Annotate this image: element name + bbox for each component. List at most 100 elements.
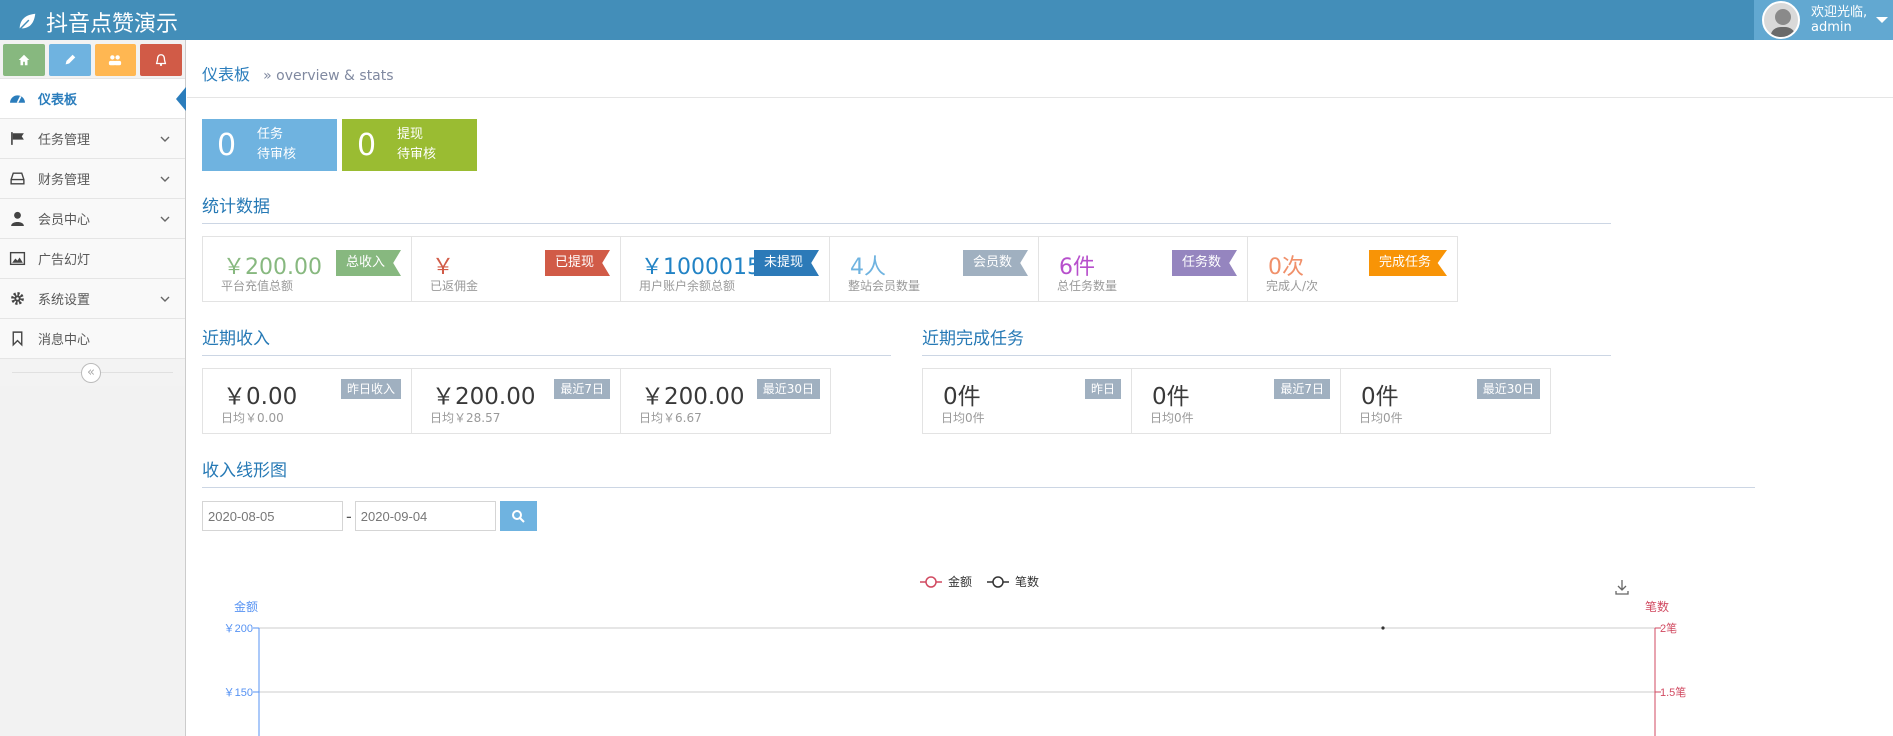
stats-section-title: 统计数据: [202, 192, 1611, 224]
pending-withdraw-label: 提现: [397, 127, 424, 142]
stat-caption: 总任务数量: [1057, 279, 1118, 293]
user-name: admin: [1811, 20, 1852, 35]
tasks-value: 0件: [943, 384, 981, 410]
download-icon[interactable]: [1615, 580, 1629, 595]
tasks-7days: 0件 日均0件 最近7日: [1132, 369, 1341, 433]
tasks-caption: 日均0件: [941, 411, 985, 425]
sidebar-item-members[interactable]: 会员中心: [0, 198, 185, 238]
end-date-input[interactable]: [354, 501, 496, 531]
tasks-yesterday: 0件 日均0件 昨日: [923, 369, 1132, 433]
search-button[interactable]: [499, 501, 537, 531]
income-badge: 最近7日: [554, 379, 610, 399]
hdd-icon: [10, 172, 25, 185]
sidebar-item-tasks[interactable]: 任务管理: [0, 118, 185, 158]
tasks-value: 0件: [1361, 384, 1399, 410]
bookmark-icon: [12, 331, 23, 347]
y-tick-label-left: ￥150: [224, 687, 253, 699]
user-icon: [11, 211, 24, 226]
leaf-icon: [19, 13, 36, 30]
chevron-down-icon: [160, 296, 170, 302]
tasks-value: 0件: [1152, 384, 1190, 410]
data-point: [1381, 626, 1385, 630]
stat-caption: 平台充值总额: [221, 279, 294, 293]
sidebar-item-label: 系统设置: [38, 293, 91, 308]
sidebar-item-label: 任务管理: [38, 133, 91, 148]
tasks-section-title: 近期完成任务: [922, 324, 1611, 356]
chevron-down-icon: [160, 176, 170, 182]
tasks-row: 0件 日均0件 昨日 0件 日均0件 最近7日 0件 日均0件 最近30日: [922, 368, 1551, 434]
stat-caption: 已返佣金: [430, 279, 479, 293]
sidebar-item-label: 消息中心: [38, 333, 91, 348]
income-caption: 日均￥0.00: [221, 411, 284, 425]
sidebar-item-ads[interactable]: 广告幻灯: [0, 238, 185, 278]
stat-badge: 已提现: [544, 250, 610, 276]
date-range-form: -: [202, 501, 537, 531]
income-value: ￥200.00: [432, 384, 536, 410]
legend-marker-count: [992, 576, 1004, 588]
income-badge: 昨日收入: [340, 379, 401, 399]
avatar: [1762, 1, 1800, 39]
sidebar-shortcuts: [0, 40, 185, 78]
start-date-input[interactable]: [202, 501, 343, 531]
sidebar-item-label: 广告幻灯: [38, 253, 91, 268]
date-range-separator: -: [346, 506, 352, 526]
y-axis-title-right: 笔数: [1645, 599, 1669, 614]
brand[interactable]: 抖音点赞演示: [16, 6, 178, 38]
stat-tasks: 6件 总任务数量 任务数: [1039, 237, 1248, 301]
income-value: ￥200.00: [641, 384, 745, 410]
legend-label-count: 笔数: [1015, 574, 1039, 589]
tasks-badge: 最近7日: [1274, 379, 1330, 399]
stat-withdrawn: ￥ 已返佣金 已提现: [412, 237, 621, 301]
page-title[interactable]: 仪表板: [202, 65, 250, 84]
income-caption: 日均￥6.67: [639, 411, 702, 425]
flag-icon: [11, 132, 24, 145]
stat-badge: 总收入: [335, 250, 401, 276]
bell-shortcut-button[interactable]: [140, 44, 182, 76]
pencil-icon: [65, 54, 75, 65]
income-row: ￥0.00 日均￥0.00 昨日收入 ￥200.00 日均￥28.57 最近7日…: [202, 368, 831, 434]
pending-withdraw-status: 待审核: [397, 147, 437, 162]
pending-tasks-status: 待审核: [257, 147, 297, 162]
stat-badge: 完成任务: [1368, 250, 1447, 276]
sidebar-item-label: 财务管理: [38, 173, 91, 188]
pencil-shortcut-button[interactable]: [48, 44, 91, 76]
user-greeting: 欢迎光临,: [1811, 5, 1868, 20]
y-tick-label-right: 1.5笔: [1660, 685, 1686, 699]
group-shortcut-button[interactable]: [94, 44, 137, 76]
stat-caption: 完成人/次: [1266, 279, 1319, 293]
bell-icon: [155, 54, 167, 66]
cog-icon: [11, 292, 24, 305]
sidebar-item-messages[interactable]: 消息中心: [0, 318, 185, 358]
stat-members: 4人 整站会员数量 会员数: [830, 237, 1039, 301]
stat-badge: 会员数: [962, 250, 1028, 276]
stat-badge: 未提现: [753, 250, 819, 276]
chart-grid: [259, 627, 1655, 693]
legend-marker-amount: [925, 576, 937, 588]
sidebar-collapse-button[interactable]: «: [81, 363, 101, 383]
chart-legend[interactable]: 金额 笔数: [920, 574, 1039, 589]
page-subtitle: » overview & stats: [263, 68, 394, 84]
stat-caption: 用户账户余额总额: [639, 279, 736, 293]
home-shortcut-button[interactable]: [3, 44, 45, 76]
pending-withdraw-box[interactable]: 0 提现 待审核: [342, 119, 477, 171]
pending-tasks-label: 任务: [257, 127, 284, 142]
sidebar-item-dashboard[interactable]: 仪表板: [0, 78, 186, 118]
y-tick-label-right: 2笔: [1660, 621, 1677, 635]
stats-row: ￥200.00 平台充值总额 总收入 ￥ 已返佣金 已提现 ￥1000015 用…: [202, 236, 1458, 302]
sidebar: 仪表板 任务管理 财务管理 会员中心 广告幻灯 系统设置 消息中心 «: [0, 40, 186, 736]
y-axis-title-left: 金额: [234, 599, 258, 614]
income-yesterday: ￥0.00 日均￥0.00 昨日收入: [203, 369, 412, 433]
tasks-caption: 日均0件: [1359, 411, 1403, 425]
y-tick-label-left: ￥200: [224, 623, 253, 635]
tasks-badge: 昨日: [1084, 379, 1121, 399]
legend-label-amount: 金额: [948, 574, 972, 589]
chart-ticks: ￥200 2笔 ￥150 1.5笔: [224, 621, 1687, 699]
top-navbar: 抖音点赞演示 欢迎光临, admin: [0, 0, 1893, 40]
user-menu[interactable]: 欢迎光临, admin: [1754, 0, 1893, 40]
sidebar-item-finance[interactable]: 财务管理: [0, 158, 185, 198]
home-icon: [18, 54, 30, 66]
sidebar-item-settings[interactable]: 系统设置: [0, 278, 185, 318]
breadcrumb: 仪表板 » overview & stats: [187, 40, 1893, 98]
sidebar-collapse: «: [0, 358, 185, 386]
pending-tasks-box[interactable]: 0 任务 待审核: [202, 119, 337, 171]
